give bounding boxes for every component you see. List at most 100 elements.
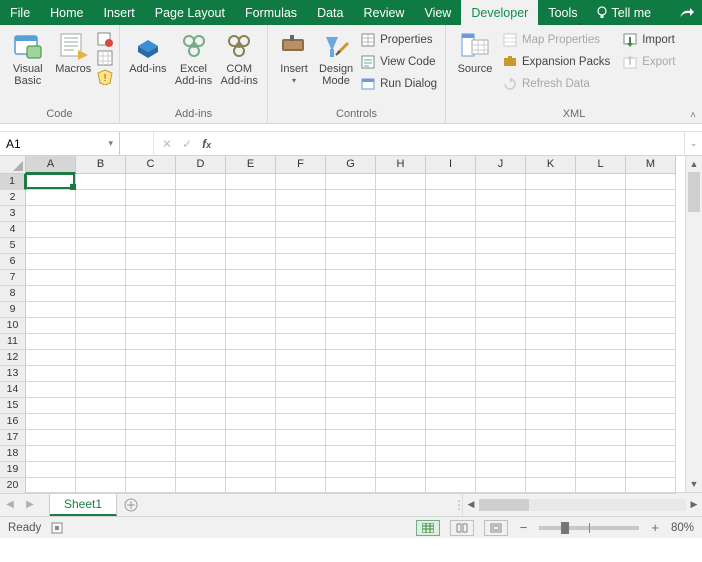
row-header[interactable]: 11 [0, 334, 26, 350]
cell[interactable] [576, 382, 626, 398]
row-header[interactable]: 12 [0, 350, 26, 366]
cell[interactable] [26, 302, 76, 318]
column-header[interactable]: M [626, 156, 676, 174]
cell[interactable] [626, 350, 676, 366]
tab-page-layout[interactable]: Page Layout [145, 0, 235, 25]
cell[interactable] [176, 254, 226, 270]
cell[interactable] [26, 286, 76, 302]
cell[interactable] [326, 366, 376, 382]
cell[interactable] [526, 382, 576, 398]
cells-area[interactable] [26, 174, 676, 494]
cell[interactable] [526, 318, 576, 334]
cell[interactable] [26, 478, 76, 494]
cell[interactable] [26, 174, 76, 190]
formula-expand-icon[interactable]: ⌄ [684, 132, 702, 155]
insert-control-button[interactable]: Insert ▾ [274, 29, 314, 86]
cell[interactable] [326, 462, 376, 478]
cell[interactable] [476, 366, 526, 382]
cell[interactable] [26, 206, 76, 222]
cell[interactable] [626, 398, 676, 414]
cell[interactable] [526, 302, 576, 318]
cell[interactable] [476, 174, 526, 190]
cell[interactable] [626, 318, 676, 334]
tab-review[interactable]: Review [353, 0, 414, 25]
cell[interactable] [176, 382, 226, 398]
cell[interactable] [326, 302, 376, 318]
cell[interactable] [376, 238, 426, 254]
cell[interactable] [176, 190, 226, 206]
com-addins-button[interactable]: COM Add-ins [217, 29, 261, 87]
column-header[interactable]: K [526, 156, 576, 174]
cell[interactable] [276, 414, 326, 430]
formula-input[interactable] [219, 132, 684, 155]
cell[interactable] [526, 174, 576, 190]
row-header[interactable]: 19 [0, 462, 26, 478]
cell[interactable] [626, 414, 676, 430]
cell[interactable] [426, 254, 476, 270]
cell[interactable] [126, 238, 176, 254]
cell[interactable] [226, 270, 276, 286]
cell[interactable] [226, 398, 276, 414]
cell[interactable] [226, 382, 276, 398]
cell[interactable] [176, 286, 226, 302]
cell[interactable] [276, 478, 326, 494]
cell[interactable] [576, 222, 626, 238]
enter-formula-icon[interactable]: ✓ [182, 137, 192, 151]
cell[interactable] [376, 190, 426, 206]
cell[interactable] [576, 366, 626, 382]
zoom-out-button[interactable]: − [518, 520, 530, 535]
cell[interactable] [476, 334, 526, 350]
cell[interactable] [76, 190, 126, 206]
cell[interactable] [276, 254, 326, 270]
cell[interactable] [426, 350, 476, 366]
cell[interactable] [326, 430, 376, 446]
cell[interactable] [226, 462, 276, 478]
cell[interactable] [326, 174, 376, 190]
cell[interactable] [576, 318, 626, 334]
row-header[interactable]: 3 [0, 206, 26, 222]
cell[interactable] [276, 334, 326, 350]
cell[interactable] [126, 478, 176, 494]
cell[interactable] [226, 190, 276, 206]
export-button[interactable]: Export [620, 51, 677, 73]
cell[interactable] [226, 446, 276, 462]
cell[interactable] [126, 382, 176, 398]
cell[interactable] [226, 174, 276, 190]
column-header[interactable]: F [276, 156, 326, 174]
cell[interactable] [376, 302, 426, 318]
cell[interactable] [376, 254, 426, 270]
cell[interactable] [76, 334, 126, 350]
cell[interactable] [376, 382, 426, 398]
tab-tools[interactable]: Tools [538, 0, 587, 25]
cell[interactable] [76, 366, 126, 382]
cell[interactable] [576, 174, 626, 190]
cell[interactable] [26, 190, 76, 206]
visual-basic-button[interactable]: Visual Basic [6, 29, 50, 87]
cell[interactable] [526, 222, 576, 238]
cell[interactable] [226, 414, 276, 430]
row-header[interactable]: 13 [0, 366, 26, 382]
cell[interactable] [276, 190, 326, 206]
cell[interactable] [26, 462, 76, 478]
cell[interactable] [326, 270, 376, 286]
cell[interactable] [176, 222, 226, 238]
cell[interactable] [426, 318, 476, 334]
cell[interactable] [126, 318, 176, 334]
source-button[interactable]: Source [452, 29, 498, 75]
zoom-knob[interactable] [561, 522, 569, 534]
cell[interactable] [626, 446, 676, 462]
cell[interactable] [426, 174, 476, 190]
tell-me[interactable]: Tell me [588, 0, 660, 25]
cell[interactable] [76, 398, 126, 414]
row-header[interactable]: 9 [0, 302, 26, 318]
cell[interactable] [276, 238, 326, 254]
cell[interactable] [76, 414, 126, 430]
cell[interactable] [426, 334, 476, 350]
cell[interactable] [126, 446, 176, 462]
cell[interactable] [626, 174, 676, 190]
cell[interactable] [526, 398, 576, 414]
cell[interactable] [276, 286, 326, 302]
view-code-button[interactable]: View Code [358, 51, 439, 73]
cell[interactable] [426, 478, 476, 494]
cell[interactable] [326, 446, 376, 462]
